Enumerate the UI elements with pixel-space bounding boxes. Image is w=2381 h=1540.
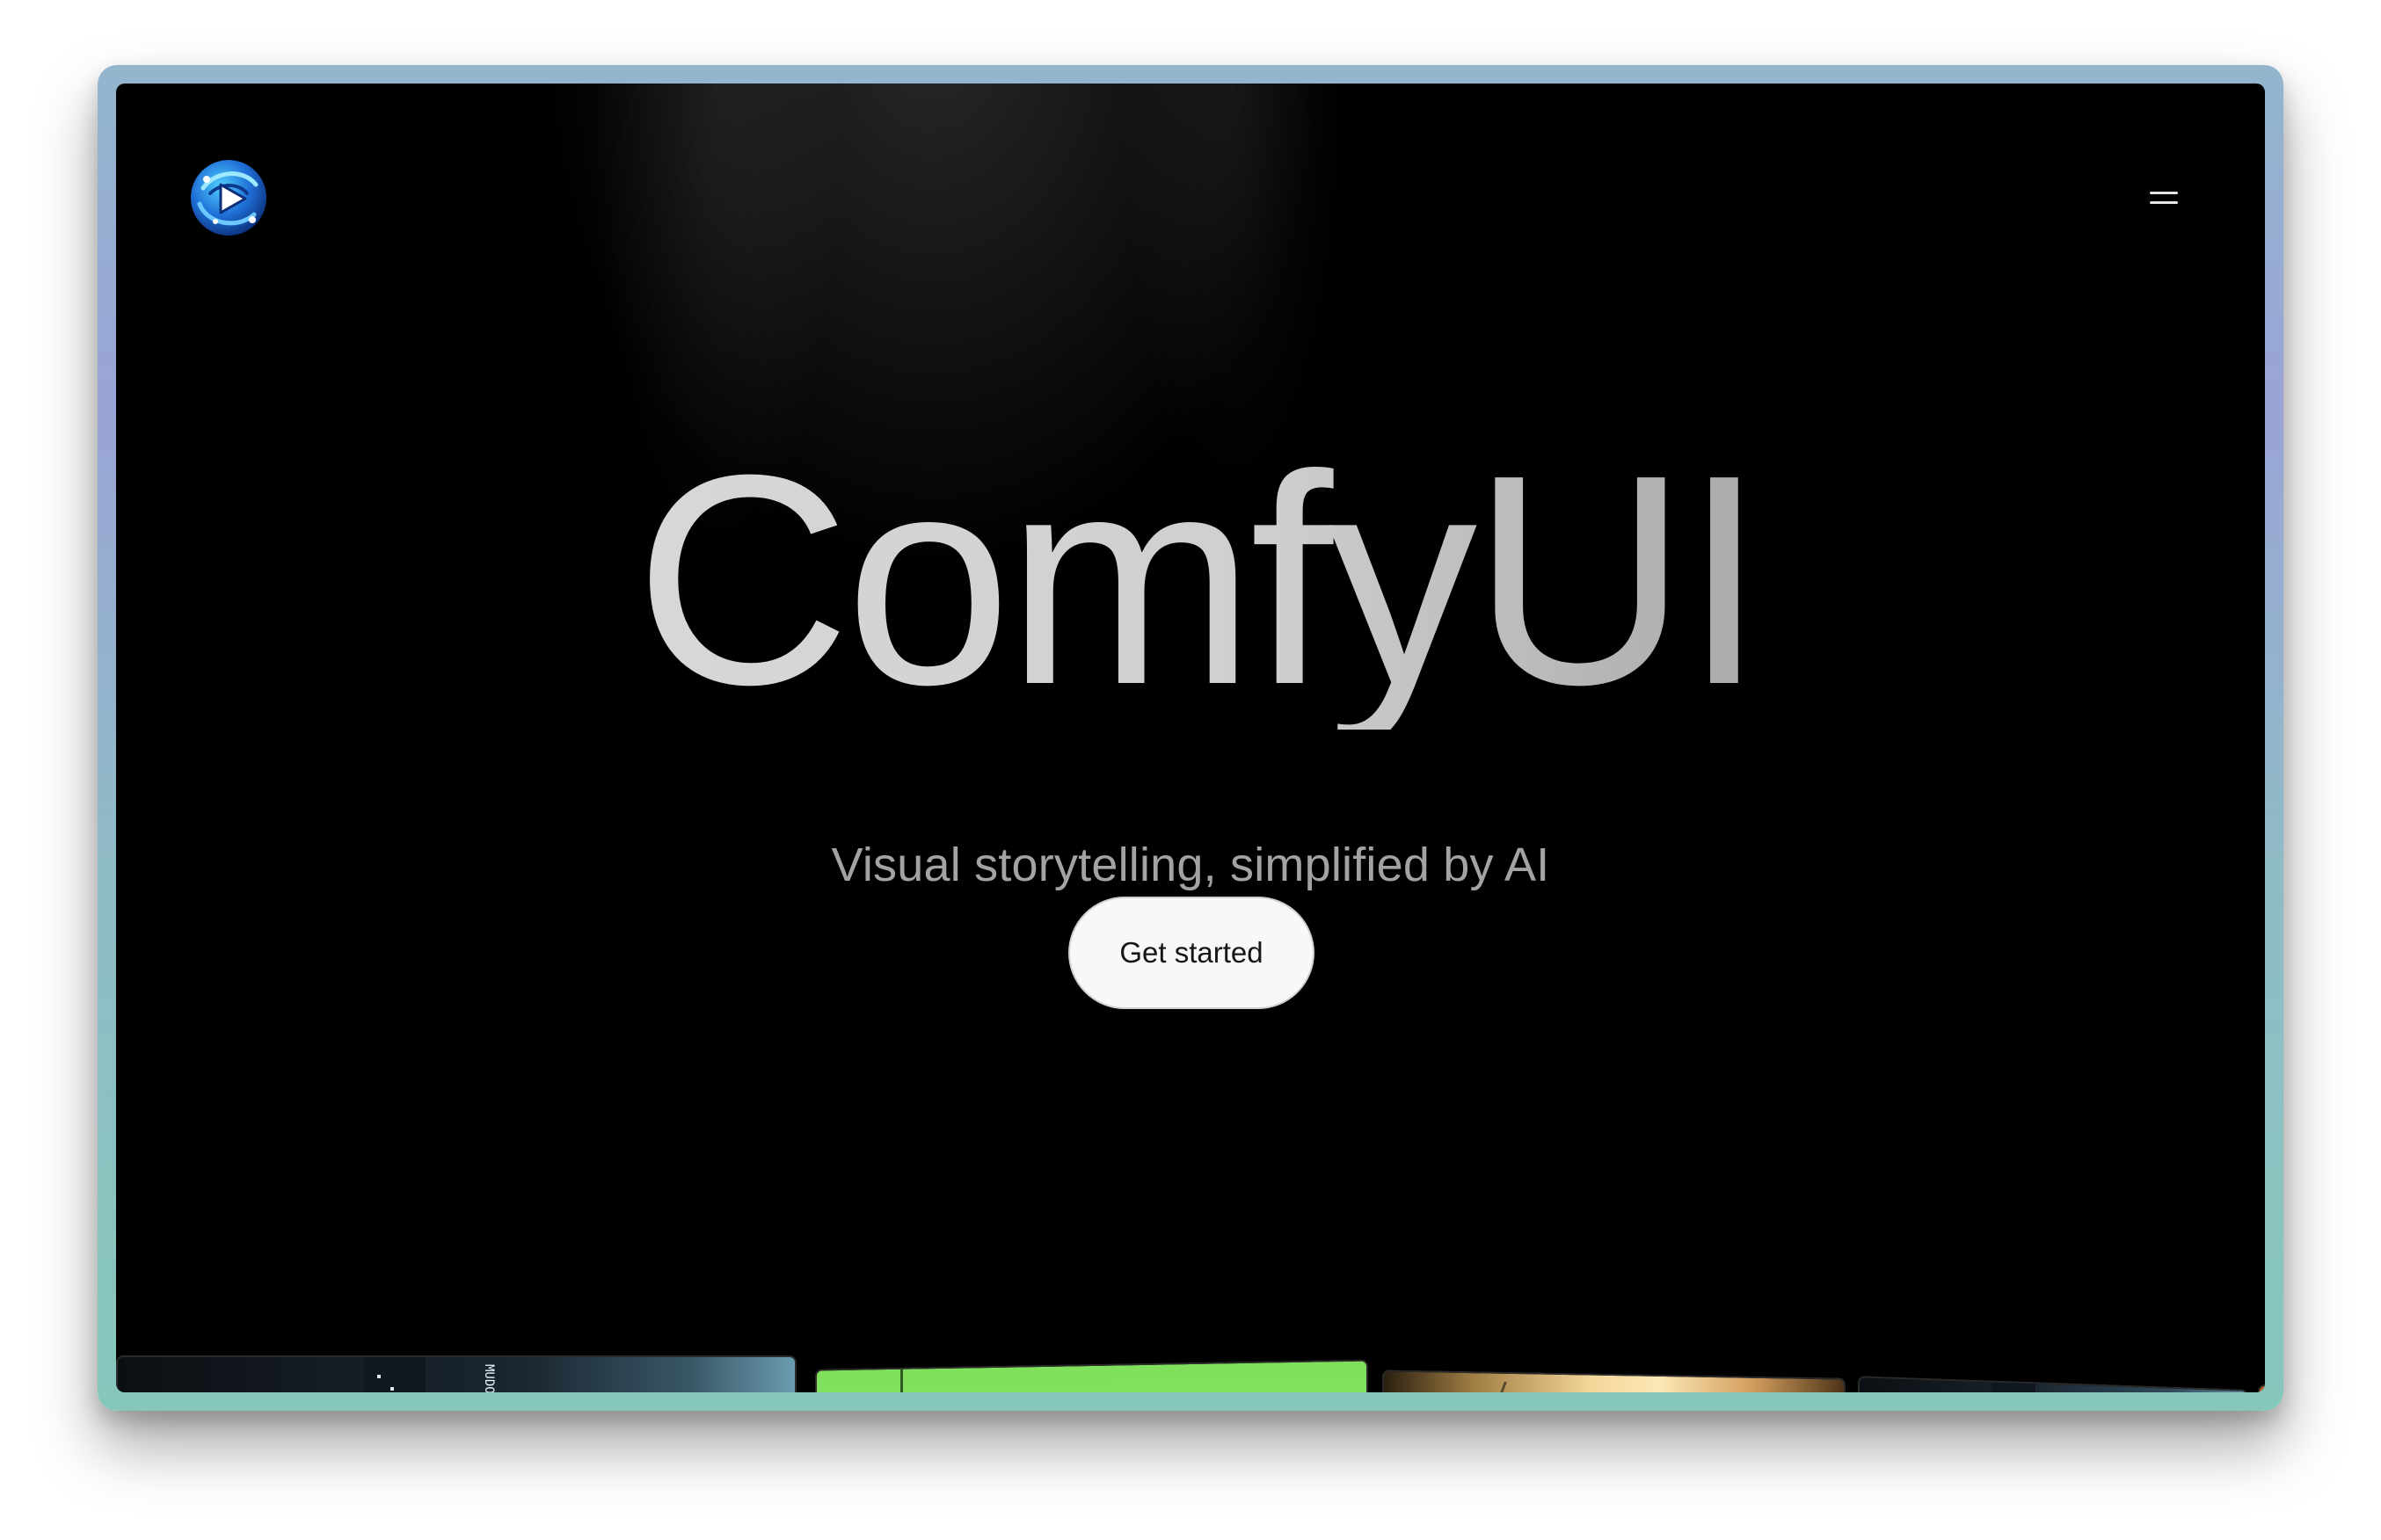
get-started-button[interactable]: Get started [1068,897,1314,1009]
hero-subtitle: Visual storytelling, simplified by AI [831,839,1550,891]
thumbnail-sunlit-city-skyline[interactable] [1382,1369,1846,1392]
hero-title: ComfyUI [608,431,1787,730]
hamburger-menu-icon[interactable] [2148,185,2180,211]
comfyui-logo-icon[interactable] [189,158,268,237]
thumbnail-partial[interactable] [2258,1384,2265,1392]
window-frame: ComfyUI Visual storytelling, simplified … [98,65,2283,1411]
thumbnail-green-screen-robot[interactable] [815,1359,1368,1392]
thumbnail-neon-city-street[interactable]: MUDOAZ [116,1355,797,1392]
hero-title-container: ComfyUI [608,431,1787,800]
thumbnail-neon-city-street-2[interactable] [1858,1376,2248,1392]
neon-sign-text: MUDOAZ [482,1364,496,1392]
page-viewport: ComfyUI Visual storytelling, simplified … [116,84,2265,1392]
